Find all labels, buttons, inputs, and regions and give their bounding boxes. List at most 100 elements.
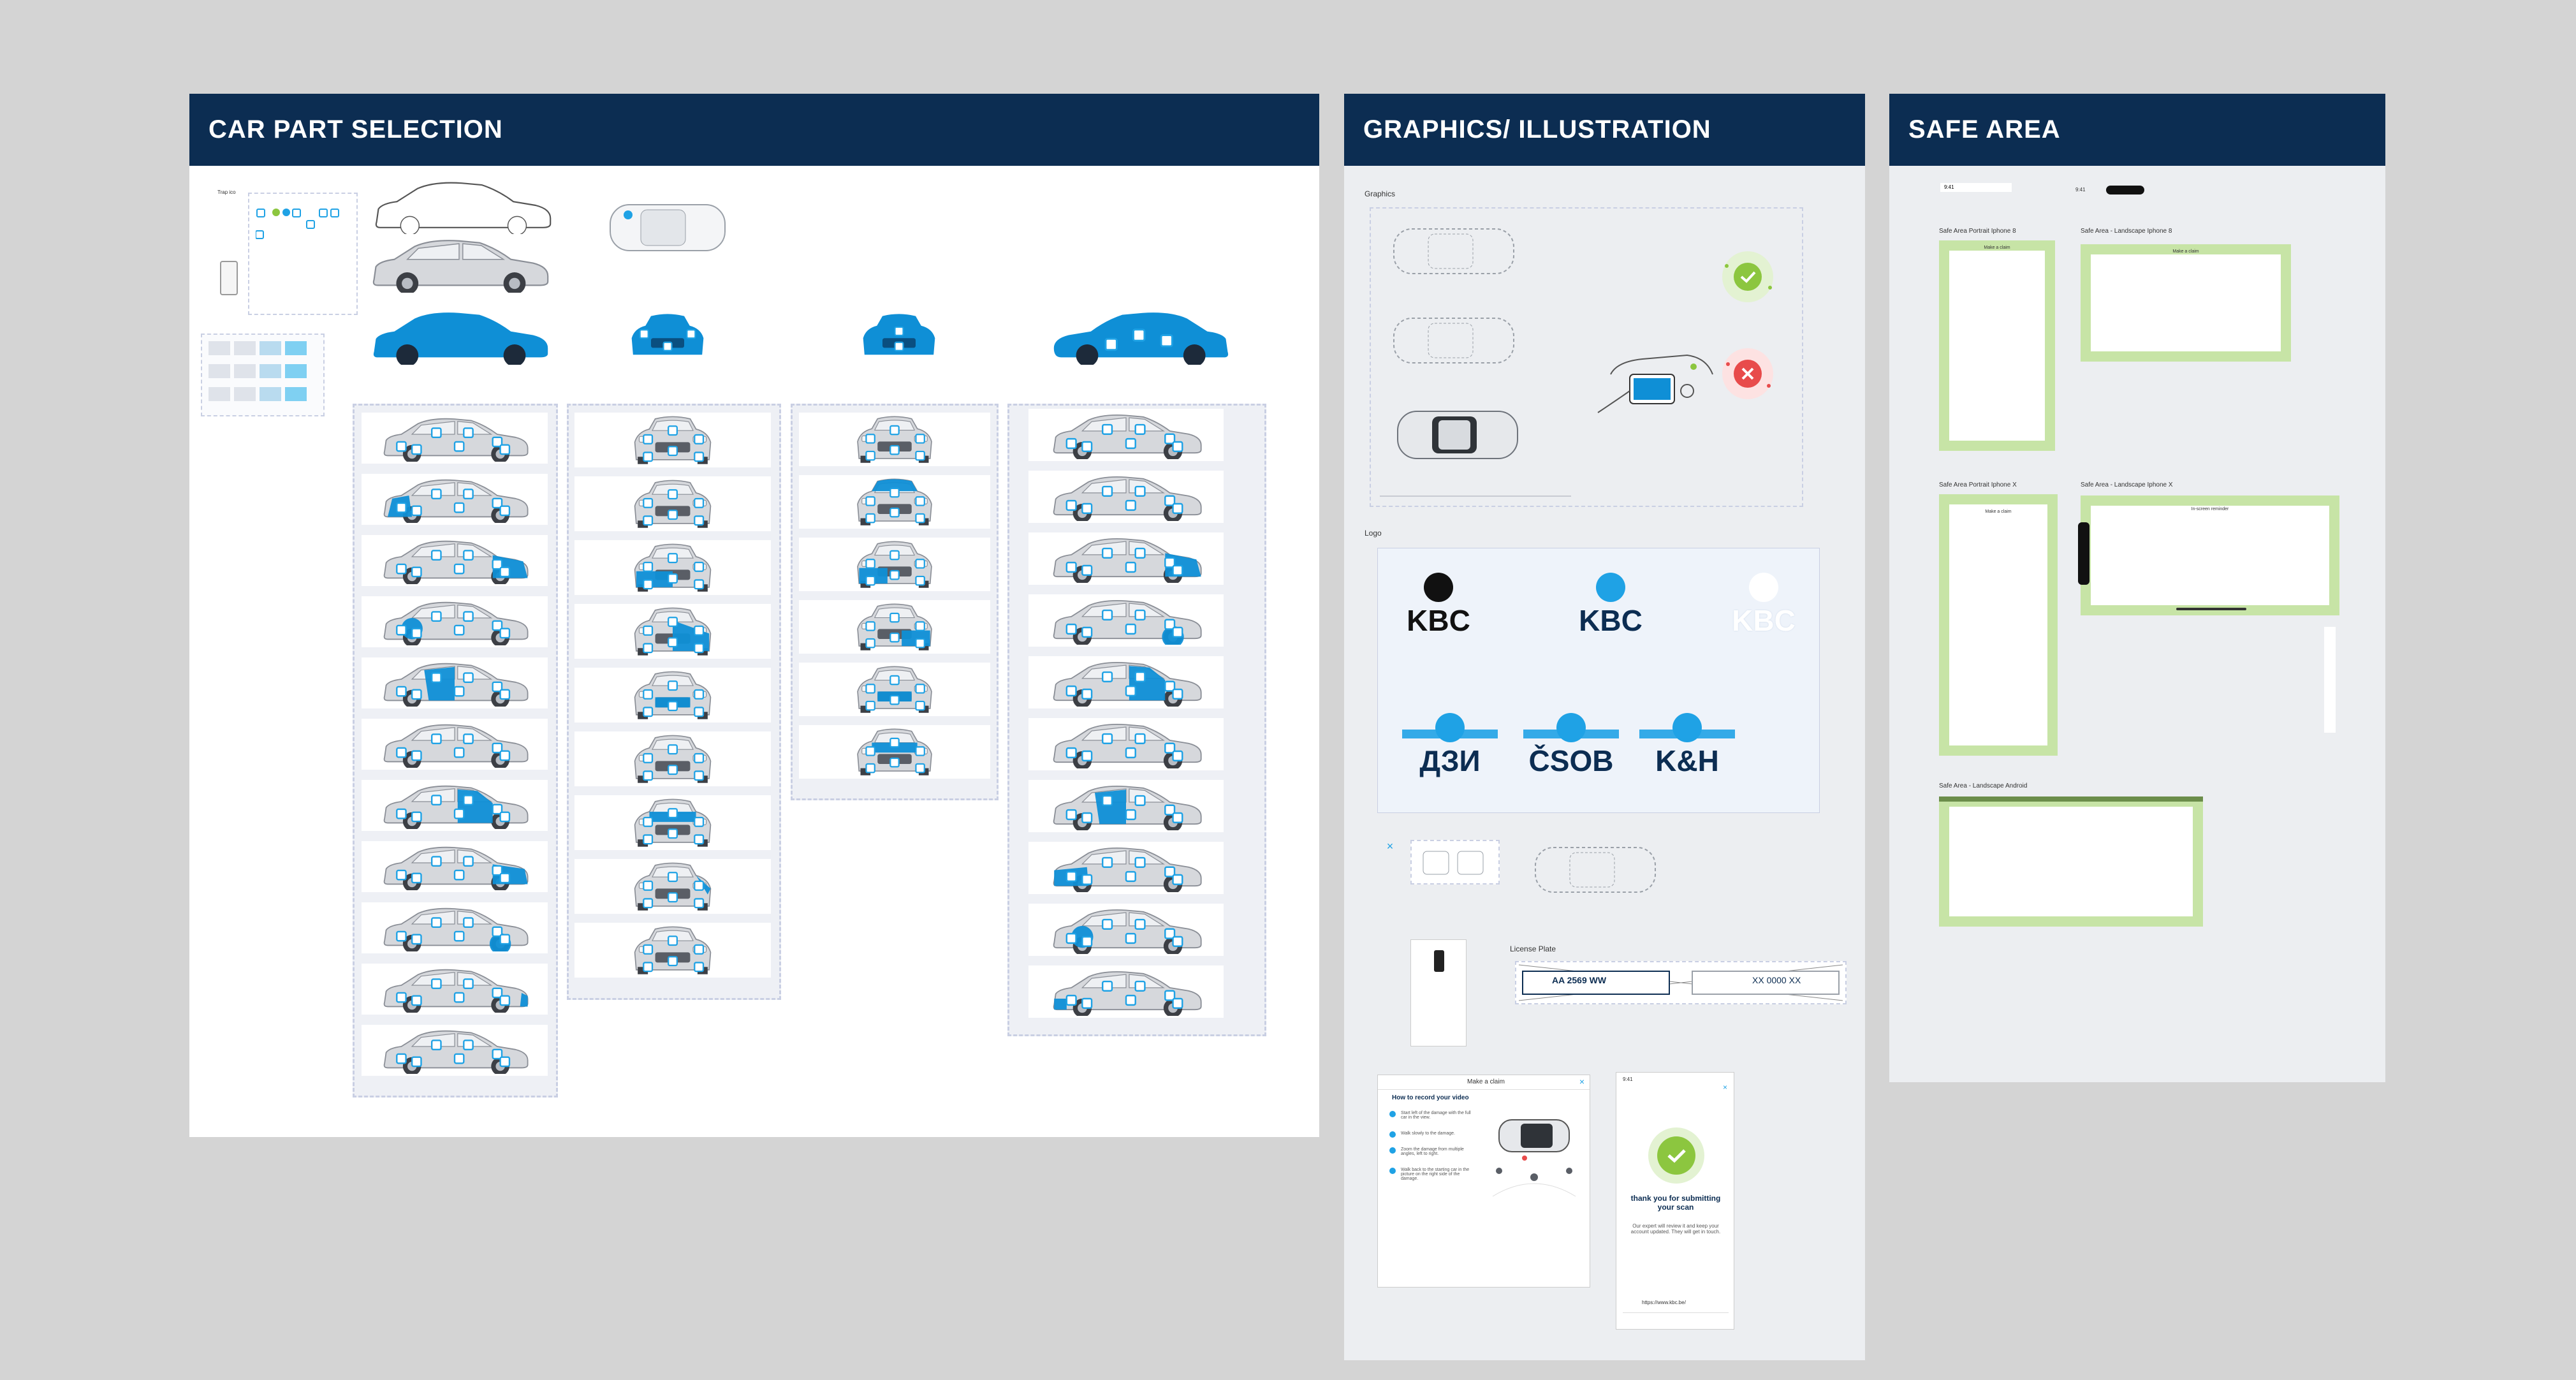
car-variant-rear[interactable]	[799, 600, 990, 654]
how-to-record-title: Make a claim	[1467, 1078, 1505, 1085]
browser-url: https://www.kbc.be/	[1642, 1300, 1686, 1305]
car-variant-side-left[interactable]	[362, 1025, 548, 1076]
notch-black	[2078, 522, 2089, 585]
license-plate-label: License Plate	[1510, 944, 1556, 953]
car-variant-side-left[interactable]	[362, 474, 548, 525]
logo-text: KBC	[1579, 604, 1643, 637]
car-variant-side-left[interactable]	[362, 657, 548, 708]
car-variant-rear[interactable]	[799, 725, 990, 779]
thank-you-body: Our expert will review it and keep your …	[1630, 1223, 1721, 1235]
record-step: Start left of the damage with the full c…	[1389, 1111, 1472, 1120]
safe-area-landscape-iphonex: In-screen reminder	[2081, 495, 2339, 615]
car-variant-side-right[interactable]	[1028, 842, 1224, 894]
swipe-hint-box	[1410, 840, 1500, 885]
car-variant-side-left[interactable]	[362, 841, 548, 892]
license-plate-box: AA 2569 WW XX 0000 XX	[1515, 961, 1847, 1004]
logo-4: ČSOB	[1523, 708, 1619, 791]
car-variant-side-right[interactable]	[1028, 780, 1224, 832]
safe-area-landscape-iphone8: Make a claim	[2081, 244, 2291, 362]
graphics-panel: GRAPHICS/ ILLUSTRATION Graphics Logo KBC…	[1344, 94, 1865, 1360]
car-variant-front[interactable]	[574, 668, 771, 723]
side-white-strip	[2324, 627, 2336, 733]
safe-area-portrait-iphonex: Make a claim	[1939, 494, 2058, 756]
thank-you-heading: thank you for submitting your scan	[1630, 1194, 1721, 1212]
car-variant-side-left[interactable]	[362, 535, 548, 586]
legend-device	[220, 261, 238, 295]
car-variant-side-right[interactable]	[1028, 532, 1224, 585]
car-variant-side-right[interactable]	[1028, 594, 1224, 647]
phone-scan-illustration	[1597, 354, 1713, 413]
car-blue-rear	[863, 314, 935, 355]
success-check-icon	[1722, 251, 1773, 302]
record-step: Walk slowly to the damage.	[1389, 1131, 1472, 1138]
error-cross-icon	[1722, 348, 1773, 399]
logo-board: KBC KBC KBC ДЗИ ČSOB K&H	[1377, 548, 1820, 813]
safe-area-label-2: Safe Area - Landscape Iphone 8	[2081, 228, 2172, 235]
car-blue-front	[631, 314, 704, 355]
car-variant-side-left[interactable]	[362, 902, 548, 953]
car-variant-front[interactable]	[574, 923, 771, 978]
car-variant-front[interactable]	[574, 413, 771, 467]
logo-label: Logo	[1365, 529, 1382, 538]
safe-area-label-1: Safe Area Portrait Iphone 8	[1939, 228, 2016, 235]
car-variant-front[interactable]	[574, 795, 771, 850]
car-variant-front[interactable]	[574, 731, 771, 786]
device-card	[1410, 939, 1467, 1046]
car-top-outline-3	[1535, 847, 1656, 893]
logo-3: ДЗИ	[1402, 708, 1498, 791]
safe-area-label-3: Safe Area Portrait Iphone X	[1939, 481, 2017, 488]
graphics-header: GRAPHICS/ ILLUSTRATION	[1344, 94, 1865, 166]
car-variant-rear[interactable]	[799, 538, 990, 591]
car-variant-side-right[interactable]	[1028, 471, 1224, 523]
safe-area-landscape-android	[1939, 796, 2203, 927]
car-variant-rear[interactable]	[799, 475, 990, 529]
status-pill	[2106, 186, 2144, 195]
status-time: 9:41	[1623, 1076, 1633, 1082]
close-icon[interactable]: ×	[1382, 840, 1398, 855]
home-indicator	[2176, 608, 2246, 610]
thank-you-screen: 9:41 × thank you for submitting your sca…	[1616, 1072, 1734, 1330]
car-top-view	[610, 204, 726, 251]
car-variant-side-left[interactable]	[362, 964, 548, 1015]
logo-text: ДЗИ	[1419, 744, 1481, 777]
car-variant-front[interactable]	[574, 476, 771, 531]
state-thumbnails	[201, 334, 325, 416]
legend-icons-box	[248, 193, 358, 315]
status-bar-light: 9:41	[1940, 183, 2012, 192]
car-variant-side-left[interactable]	[362, 719, 548, 770]
logo-5: K&H	[1639, 708, 1735, 791]
logo-0: KBC	[1391, 568, 1486, 650]
license-plate-placeholder: XX 0000 XX	[1752, 975, 1801, 985]
license-plate-value: AA 2569 WW	[1552, 975, 1607, 985]
record-step: Zoom the damage from multiple angles, le…	[1389, 1147, 1472, 1156]
graphics-label: Graphics	[1365, 189, 1396, 198]
car-variant-side-left[interactable]	[362, 413, 548, 464]
car-blue-side	[373, 312, 548, 365]
close-icon[interactable]: ×	[1579, 1076, 1584, 1087]
safe-area-header: SAFE AREA	[1889, 94, 2385, 166]
car-variant-side-left[interactable]	[362, 596, 548, 647]
logo-text: K&H	[1655, 744, 1719, 777]
logo-1: KBC	[1563, 568, 1658, 650]
android-status-bar	[1939, 796, 2203, 802]
car-variant-front[interactable]	[574, 859, 771, 914]
car-variant-side-right[interactable]	[1028, 965, 1224, 1018]
close-icon[interactable]: ×	[1723, 1083, 1727, 1092]
car-variant-front[interactable]	[574, 540, 771, 595]
car-variant-side-left[interactable]	[362, 780, 548, 831]
safe-area-label-5: Safe Area - Landscape Android	[1939, 782, 2028, 789]
car-blue-side-right	[1053, 312, 1229, 365]
color-legend: Trap ico	[217, 189, 236, 195]
car-variant-front[interactable]	[574, 604, 771, 659]
car-variant-rear[interactable]	[799, 413, 990, 466]
car-variant-side-right[interactable]	[1028, 656, 1224, 708]
car-part-selection-panel: CAR PART SELECTION Trap ico	[189, 94, 1319, 1137]
car-outline-side	[375, 182, 552, 234]
car-part-selection-header: CAR PART SELECTION	[189, 94, 1319, 166]
browser-toolbar	[1623, 1312, 1729, 1322]
car-variant-side-right[interactable]	[1028, 409, 1224, 461]
car-variant-side-right[interactable]	[1028, 904, 1224, 956]
car-variant-rear[interactable]	[799, 663, 990, 716]
logo-text: KBC	[1732, 604, 1796, 637]
car-variant-side-right[interactable]	[1028, 718, 1224, 770]
